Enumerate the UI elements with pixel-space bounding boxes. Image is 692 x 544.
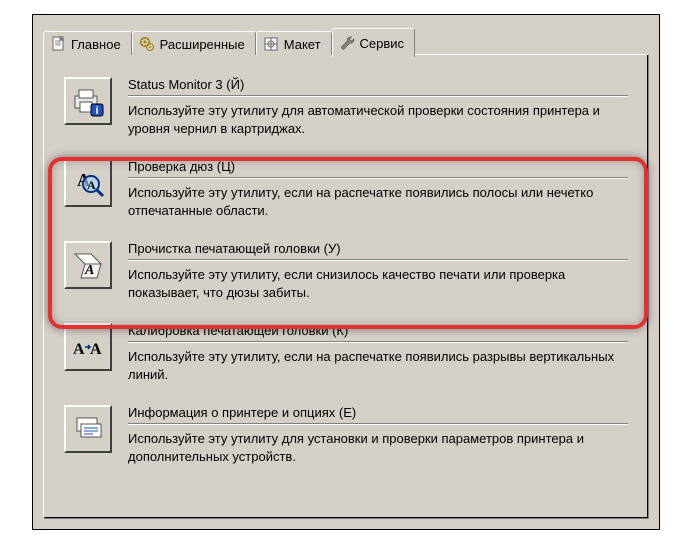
head-alignment-button[interactable]: AA — [64, 323, 112, 371]
status-monitor-title: Status Monitor 3 (Й) — [128, 77, 628, 96]
svg-text:i: i — [95, 105, 98, 117]
gears-icon — [139, 36, 155, 52]
printer-info-desc: Используйте эту утилиту для установки и … — [128, 430, 628, 465]
tab-page-service: i Status Monitor 3 (Й) Используйте эту у… — [43, 54, 649, 519]
info-cards-icon — [71, 412, 105, 446]
document-icon — [50, 36, 66, 52]
utility-head-cleaning: A Прочистка печатающей головки (У) Испол… — [62, 237, 630, 311]
head-alignment-title: Калибровка печатающей головки (К) — [128, 323, 628, 342]
head-alignment-desc: Используйте эту утилиту, если на распеча… — [128, 348, 628, 383]
status-monitor-desc: Используйте эту утилиту для автоматическ… — [128, 102, 628, 137]
nozzle-check-button[interactable]: AA — [64, 159, 112, 207]
svg-text:A: A — [90, 341, 102, 358]
layout-icon — [263, 36, 279, 52]
printer-info-button[interactable] — [64, 405, 112, 453]
settings-panel: Главное Расширенные Макет Сервис i Statu… — [32, 14, 660, 530]
tab-advanced[interactable]: Расширенные — [132, 31, 256, 55]
tab-main-label: Главное — [71, 37, 121, 52]
utility-printer-info: Информация о принтере и опциях (Е) Испол… — [62, 401, 630, 475]
tab-bar: Главное Расширенные Макет Сервис — [43, 27, 415, 55]
printer-info-title: Информация о принтере и опциях (Е) — [128, 405, 628, 424]
head-cleaning-title: Прочистка печатающей головки (У) — [128, 241, 628, 260]
wrench-icon — [339, 35, 355, 51]
tab-service-label: Сервис — [360, 36, 405, 51]
tab-layout[interactable]: Макет — [256, 31, 332, 55]
nozzle-check-desc: Используйте эту утилиту, если на распеча… — [128, 184, 628, 219]
nozzle-check-title: Проверка дюз (Ц) — [128, 159, 628, 178]
tab-layout-label: Макет — [284, 37, 321, 52]
utility-nozzle-check: AA Проверка дюз (Ц) Используйте эту утил… — [62, 155, 630, 229]
utility-status-monitor: i Status Monitor 3 (Й) Используйте эту у… — [62, 73, 630, 147]
align-letter-icon: AA — [71, 330, 105, 364]
tab-service[interactable]: Сервис — [332, 28, 416, 57]
utility-head-alignment: AA Калибровка печатающей головки (К) Исп… — [62, 319, 630, 393]
tab-advanced-label: Расширенные — [160, 37, 245, 52]
printer-info-icon: i — [71, 84, 105, 118]
svg-text:A: A — [73, 341, 85, 358]
clean-letter-icon: A — [71, 248, 105, 282]
head-cleaning-button[interactable]: A — [64, 241, 112, 289]
svg-text:A: A — [87, 178, 96, 192]
magnify-letter-icon: AA — [71, 166, 105, 200]
tab-main[interactable]: Главное — [43, 31, 132, 55]
utility-list: i Status Monitor 3 (Й) Используйте эту у… — [62, 73, 630, 475]
svg-text:A: A — [84, 263, 94, 278]
head-cleaning-desc: Используйте эту утилиту, если снизилось … — [128, 266, 628, 301]
status-monitor-button[interactable]: i — [64, 77, 112, 125]
